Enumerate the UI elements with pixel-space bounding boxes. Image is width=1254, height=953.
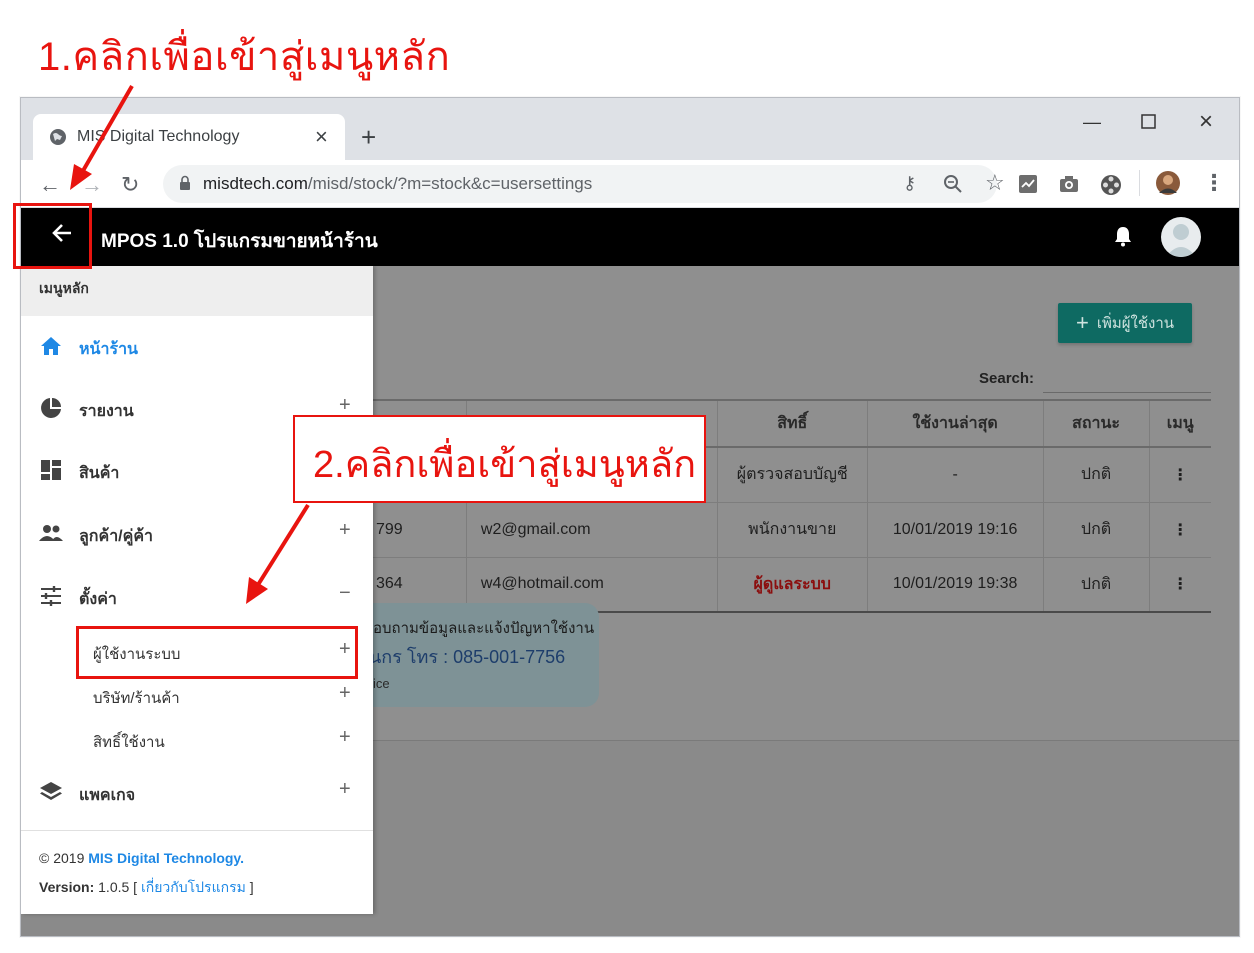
sidebar-item-label: สินค้า — [79, 465, 120, 482]
address-bar[interactable]: misdtech.com/misd/stock/?m=stock&c=users… — [163, 165, 1005, 203]
sidebar-divider — [21, 830, 373, 831]
collapse-icon[interactable]: − — [339, 582, 351, 605]
sidebar-item-home[interactable]: หน้าร้าน — [21, 322, 373, 372]
cell-last-used: 10/01/2019 19:16 — [866, 502, 1044, 558]
sidebar-subitem-permissions[interactable]: สิทธิ์ใช้งาน + — [21, 716, 373, 760]
sidebar-header: เมนูหลัก — [21, 266, 373, 316]
sidebar-item-label: ลูกค้า/คู่ค้า — [79, 528, 154, 545]
film-ext-icon[interactable] — [1100, 174, 1122, 196]
cell-status: ปกติ — [1042, 502, 1149, 558]
bell-icon[interactable] — [1111, 224, 1135, 248]
dashboard-icon — [41, 460, 61, 480]
company-link[interactable]: MIS Digital Technology. — [88, 850, 244, 866]
app-title: MPOS 1.0 โปรแกรมขายหน้าร้าน — [101, 231, 378, 252]
toolbar-divider — [1139, 170, 1140, 196]
search-label: Search: — [979, 370, 1035, 387]
app-header: MPOS 1.0 โปรแกรมขายหน้าร้าน — [21, 208, 1239, 266]
cell-status: ปกติ — [1042, 447, 1149, 503]
highlight-users-menu — [76, 626, 358, 679]
expand-icon[interactable]: + — [339, 682, 351, 705]
highlight-back-button — [13, 203, 92, 269]
key-icon[interactable]: ⚷ — [903, 173, 916, 194]
reload-icon[interactable]: ↻ — [121, 172, 139, 198]
browser-tab[interactable]: MIS Digital Technology × — [33, 114, 345, 160]
sidebar-subitem-label: สิทธิ์ใช้งาน — [93, 734, 165, 751]
expand-icon[interactable]: + — [339, 726, 351, 749]
column-header: สิทธิ์ — [716, 399, 868, 448]
version-info: Version: 1.0.5 [ เกี่ยวกับโปรแกรม ] — [39, 879, 254, 895]
cell-role: ผู้ตรวจสอบบัญชี — [716, 447, 868, 503]
copyright-text: © 2019 — [39, 850, 85, 866]
cell-role: พนักงานขาย — [716, 502, 868, 558]
about-link[interactable]: เกี่ยวกับโปรแกรม — [141, 879, 246, 895]
sidebar-item-label: ตั้งค่า — [79, 591, 117, 608]
table-row: 799 w2@gmail.com พนักงานขาย 10/01/2019 1… — [361, 502, 1211, 558]
tab-strip: MIS Digital Technology × + — × — [21, 98, 1239, 160]
new-tab-button[interactable]: + — [361, 122, 376, 153]
sidebar: เมนูหลัก หน้าร้าน รายงาน + สินค้า ลูกค้า… — [21, 266, 373, 914]
close-window-icon[interactable]: × — [1199, 108, 1213, 136]
add-user-button[interactable]: + เพิ่มผู้ใช้งาน — [1058, 303, 1192, 343]
sidebar-header-label: เมนูหลัก — [39, 280, 89, 296]
browser-toolbar: ← → ↻ misdtech.com/misd/stock/?m=stock&c… — [21, 160, 1239, 208]
column-header: สถานะ — [1042, 399, 1149, 448]
cell-status: ปกติ — [1042, 557, 1149, 613]
cell-role: ผู้ดูแลระบบ — [716, 557, 868, 613]
user-avatar[interactable] — [1161, 217, 1201, 257]
chart-ext-icon[interactable] — [1018, 174, 1038, 194]
url-text[interactable]: misdtech.com/misd/stock/?m=stock&c=users… — [203, 174, 592, 194]
row-menu-icon[interactable]: ⋮ — [1148, 447, 1211, 503]
cell-last-used: 10/01/2019 19:38 — [866, 557, 1044, 613]
sidebar-subitem-label: บริษัท/ร้านค้า — [93, 690, 180, 707]
contact-line-3: ice — [373, 676, 390, 691]
column-header: ใช้งานล่าสุด — [866, 399, 1044, 448]
plus-icon: + — [1075, 310, 1089, 335]
sidebar-item-label: รายงาน — [79, 403, 134, 420]
back-icon[interactable]: ← — [39, 172, 61, 198]
expand-icon[interactable]: + — [339, 394, 351, 417]
copyright: © 2019 MIS Digital Technology. — [39, 850, 244, 866]
camera-ext-icon[interactable] — [1059, 174, 1079, 194]
close-tab-icon[interactable]: × — [315, 124, 328, 150]
version-label: Version: — [39, 879, 95, 895]
maximize-icon[interactable] — [1141, 114, 1157, 135]
minimize-icon[interactable]: — — [1083, 112, 1101, 133]
layers-icon — [40, 782, 62, 800]
sliders-icon — [41, 586, 61, 606]
column-header: เมนู — [1148, 399, 1211, 448]
lock-icon — [180, 175, 190, 190]
home-icon — [41, 337, 61, 355]
annotation-step1: 1.คลิกเพื่อเข้าสู่เมนูหลัก — [38, 35, 451, 79]
contact-phone: นกร โทร : 085-001-7756 — [369, 647, 566, 667]
sidebar-item-label: แพคเกจ — [79, 787, 136, 804]
version-value: 1.0.5 — [98, 879, 130, 895]
cell-email: w2@gmail.com — [465, 502, 718, 558]
star-icon[interactable]: ☆ — [985, 170, 1005, 196]
cell-phone: 799 — [361, 502, 467, 558]
sidebar-item-customers[interactable]: ลูกค้า/คู่ค้า + — [21, 509, 373, 559]
sidebar-item-packages[interactable]: แพคเกจ + — [21, 768, 373, 818]
search-input[interactable] — [1043, 392, 1211, 393]
globe-icon — [50, 129, 66, 145]
annotation-step2-box: 2.คลิกเพื่อเข้าสู่เมนูหลัก — [293, 415, 706, 503]
forward-icon[interactable]: → — [81, 172, 103, 198]
zoom-icon[interactable] — [943, 174, 963, 194]
cell-last-used: - — [866, 447, 1044, 503]
row-menu-icon[interactable]: ⋮ — [1148, 557, 1211, 613]
pie-chart-icon — [41, 398, 61, 418]
more-icon[interactable]: ⋮ — [1203, 170, 1225, 196]
expand-icon[interactable]: + — [339, 778, 351, 801]
tab-title: MIS Digital Technology — [77, 128, 240, 145]
annotation-step2: 2.คลิกเพื่อเข้าสู่เมนูหลัก — [313, 444, 697, 486]
people-icon — [39, 525, 63, 541]
contact-line-1: อบถามข้อมูลและแจ้งปัญหาใช้งาน — [373, 620, 595, 637]
browser-window: MIS Digital Technology × + — × ← → ↻ mis… — [20, 97, 1240, 937]
add-user-label: เพิ่มผู้ใช้งาน — [1096, 315, 1175, 332]
sidebar-item-settings[interactable]: ตั้งค่า − — [21, 572, 373, 622]
expand-icon[interactable]: + — [339, 519, 351, 542]
row-menu-icon[interactable]: ⋮ — [1148, 502, 1211, 558]
sidebar-item-label: หน้าร้าน — [79, 341, 138, 358]
profile-icon[interactable] — [1155, 170, 1181, 196]
